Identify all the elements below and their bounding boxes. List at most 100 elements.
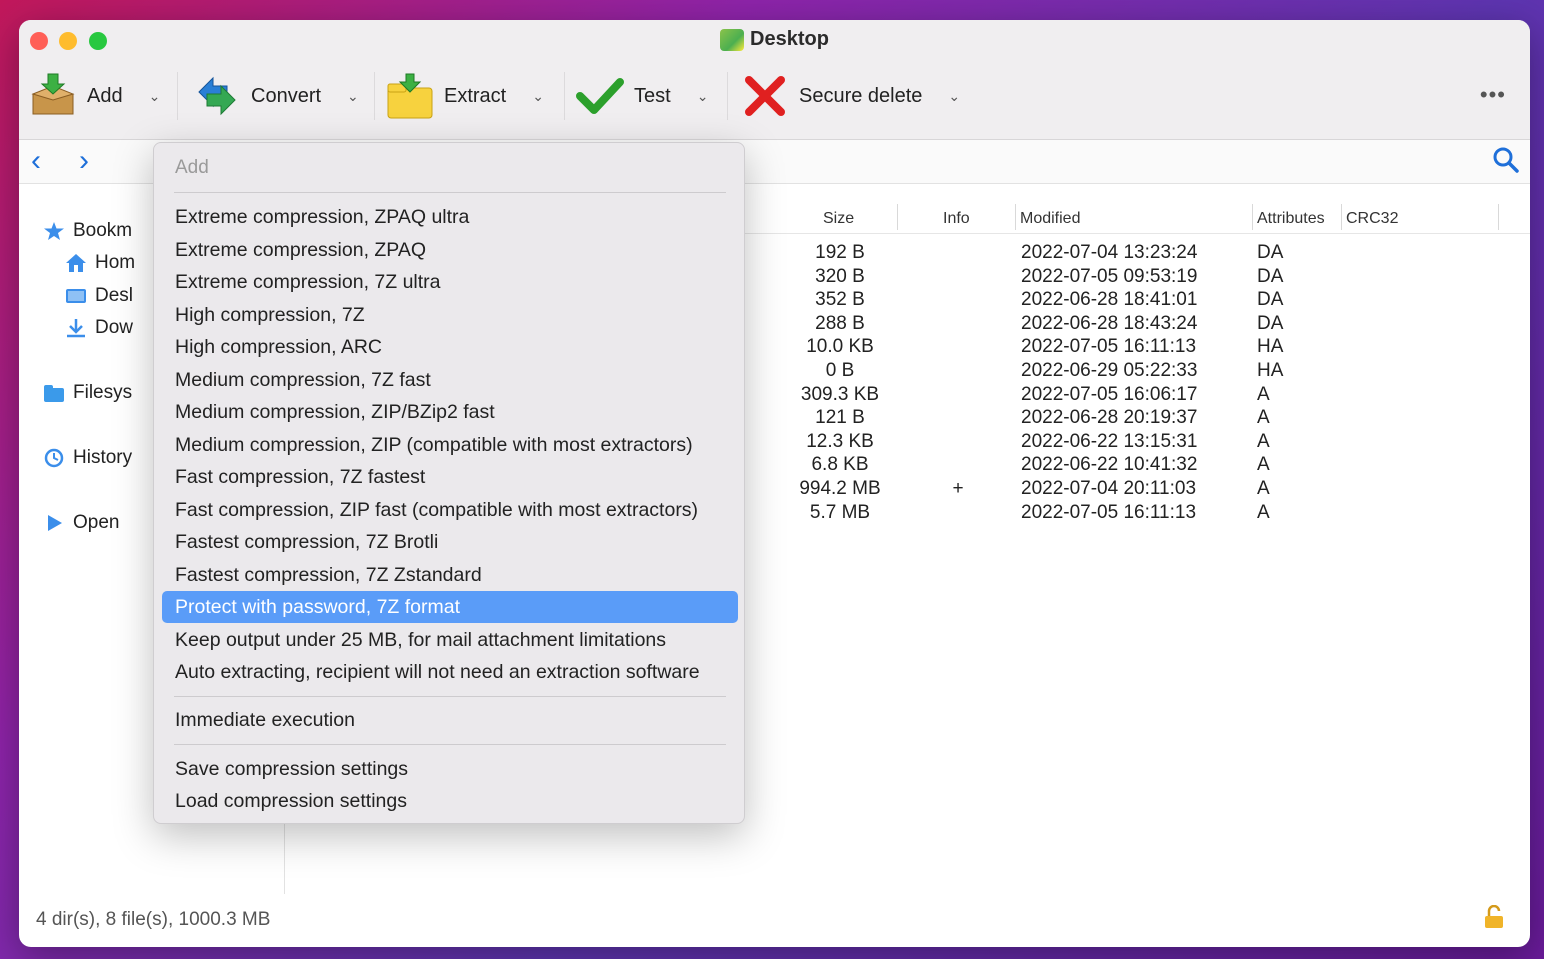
menu-item-preset[interactable]: Keep output under 25 MB, for mail attach… <box>162 624 738 656</box>
test-label: Test <box>634 84 671 107</box>
row-size: 192 B <box>815 242 865 263</box>
menu-item-load-settings[interactable]: Load compression settings <box>162 785 738 817</box>
app-icon <box>720 28 745 51</box>
row-modified: 2022-07-05 09:53:19 <box>1021 265 1198 287</box>
row-modified: 2022-06-22 13:15:31 <box>1021 430 1198 452</box>
unlocked-padlock-icon[interactable] <box>1484 904 1504 929</box>
menu-item-preset[interactable]: Extreme compression, 7Z ultra <box>162 266 738 298</box>
row-modified: 2022-07-04 20:11:03 <box>1021 478 1197 499</box>
row-size: 994.2 MB <box>799 478 881 499</box>
window-title-text: Desktop <box>750 28 829 50</box>
menu-item-preset[interactable]: Fast compression, ZIP fast (compatible w… <box>162 494 738 526</box>
app-window: Desktop Add ⌄ Convert ⌄ Extract ⌄ Test ⌄… <box>19 20 1530 947</box>
menu-separator <box>174 696 726 697</box>
status-bar: 4 dir(s), 8 file(s), 1000.3 MB <box>19 895 1530 947</box>
row-size: 5.7 MB <box>809 501 871 523</box>
more-options-button[interactable]: ••• <box>1480 82 1506 108</box>
row-attributes: DA <box>1257 289 1284 311</box>
secure-delete-label: Secure delete <box>799 84 923 107</box>
secure-delete-chevron-down-icon[interactable]: ⌄ <box>948 88 960 105</box>
menu-item-preset[interactable]: Extreme compression, ZPAQ <box>162 234 738 266</box>
row-size: 6.8 KB <box>811 454 869 476</box>
menu-separator <box>174 192 726 193</box>
menu-item-preset[interactable]: Auto extracting, recipient will not need… <box>162 656 738 688</box>
row-attributes: A <box>1257 478 1270 499</box>
row-attributes: DA <box>1257 265 1284 287</box>
extract-chevron-down-icon[interactable]: ⌄ <box>532 88 544 105</box>
toolbar: Add ⌄ Convert ⌄ Extract ⌄ Test ⌄ Secure … <box>19 68 1530 124</box>
row-modified: 2022-06-28 20:19:37 <box>1021 407 1198 429</box>
row-modified: 2022-06-28 18:43:24 <box>1021 312 1198 334</box>
search-icon[interactable] <box>1492 146 1520 174</box>
extract-label: Extract <box>444 84 507 107</box>
row-size: 309.3 KB <box>800 383 880 405</box>
extract-button[interactable]: Extract ⌄ <box>386 68 544 124</box>
row-attributes: DA <box>1257 242 1284 263</box>
window-title: Desktop <box>19 28 1530 51</box>
test-button[interactable]: Test ⌄ <box>576 68 708 124</box>
row-attributes: A <box>1257 454 1270 476</box>
convert-button[interactable]: Convert ⌄ <box>193 68 359 124</box>
row-modified: 2022-07-05 16:11:13 <box>1021 501 1197 523</box>
menu-item-preset[interactable]: Medium compression, ZIP/BZip2 fast <box>162 396 738 428</box>
column-header-crc32[interactable]: CRC32 <box>1346 204 1398 234</box>
convert-chevron-down-icon[interactable]: ⌄ <box>347 88 359 105</box>
menu-item-preset[interactable]: Fastest compression, 7Z Brotli <box>162 526 738 558</box>
menu-item-immediate-execution[interactable]: Immediate execution <box>162 704 738 736</box>
forward-arrow-icon[interactable]: › <box>79 144 89 178</box>
menu-item-preset[interactable]: Extreme compression, ZPAQ ultra <box>162 201 738 233</box>
menu-item-preset[interactable]: Medium compression, 7Z fast <box>162 364 738 396</box>
row-attributes: A <box>1257 383 1270 405</box>
add-chevron-down-icon[interactable]: ⌄ <box>149 88 161 105</box>
row-modified: 2022-07-05 16:11:13 <box>1021 336 1197 358</box>
status-summary: 4 dir(s), 8 file(s), 1000.3 MB <box>36 909 271 930</box>
row-size: 288 B <box>815 312 865 334</box>
add-presets-menu: Add Extreme compression, ZPAQ ultra Extrem… <box>153 142 745 824</box>
convert-label: Convert <box>251 84 322 107</box>
back-arrow-icon[interactable]: ‹ <box>31 144 41 178</box>
toolbar-divider <box>727 72 728 120</box>
row-size: 320 B <box>815 265 865 287</box>
row-modified: 2022-06-28 18:41:01 <box>1021 289 1198 311</box>
menu-item-preset[interactable]: Fastest compression, 7Z Zstandard <box>162 559 738 591</box>
column-divider <box>897 204 898 230</box>
secure-delete-button[interactable]: Secure delete ⌄ <box>741 68 960 124</box>
sidebar-item-bookmarks[interactable]: Bookm <box>43 220 132 242</box>
column-header-info[interactable]: Info <box>943 204 970 234</box>
column-header-attributes[interactable]: Attributes <box>1257 204 1325 234</box>
row-size: 12.3 KB <box>806 430 874 452</box>
toolbar-divider <box>564 72 565 120</box>
row-size: 0 B <box>825 360 855 381</box>
column-divider <box>1341 204 1342 230</box>
column-header-size[interactable]: Size <box>823 204 854 234</box>
column-divider <box>1015 204 1016 230</box>
add-button[interactable]: Add ⌄ <box>29 68 160 124</box>
menu-item-save-settings[interactable]: Save compression settings <box>162 753 738 785</box>
menu-item-preset[interactable]: Fast compression, 7Z fastest <box>162 461 738 493</box>
row-modified: 2022-07-04 13:23:24 <box>1021 242 1198 263</box>
row-attributes: HA <box>1257 360 1284 381</box>
convert-arrows-icon <box>193 72 241 120</box>
column-header-modified[interactable]: Modified <box>1020 204 1080 234</box>
row-attributes: A <box>1257 407 1270 429</box>
menu-item-preset[interactable]: High compression, ARC <box>162 331 738 363</box>
extract-folder-icon <box>386 72 434 120</box>
test-chevron-down-icon[interactable]: ⌄ <box>697 88 709 105</box>
add-box-icon <box>29 72 77 120</box>
toolbar-divider <box>177 72 178 120</box>
menu-separator <box>174 744 726 745</box>
row-attributes: A <box>1257 501 1270 523</box>
column-divider <box>1252 204 1253 230</box>
red-x-icon <box>741 72 789 120</box>
menu-item-preset[interactable]: Medium compression, ZIP (compatible with… <box>162 429 738 461</box>
row-size: 352 B <box>815 289 865 311</box>
menu-item-preset[interactable]: High compression, 7Z <box>162 299 738 331</box>
star-icon <box>43 221 65 241</box>
checkmark-icon <box>576 72 624 120</box>
row-modified: 2022-07-05 16:06:17 <box>1021 383 1198 405</box>
column-divider <box>1498 204 1499 230</box>
sidebar-item-label: Bookm <box>73 220 133 241</box>
title-bar: Desktop Add ⌄ Convert ⌄ Extract ⌄ Test ⌄… <box>19 20 1530 140</box>
row-size: 121 B <box>815 407 865 429</box>
menu-item-preset[interactable]: Protect with password, 7Z format <box>162 591 738 623</box>
